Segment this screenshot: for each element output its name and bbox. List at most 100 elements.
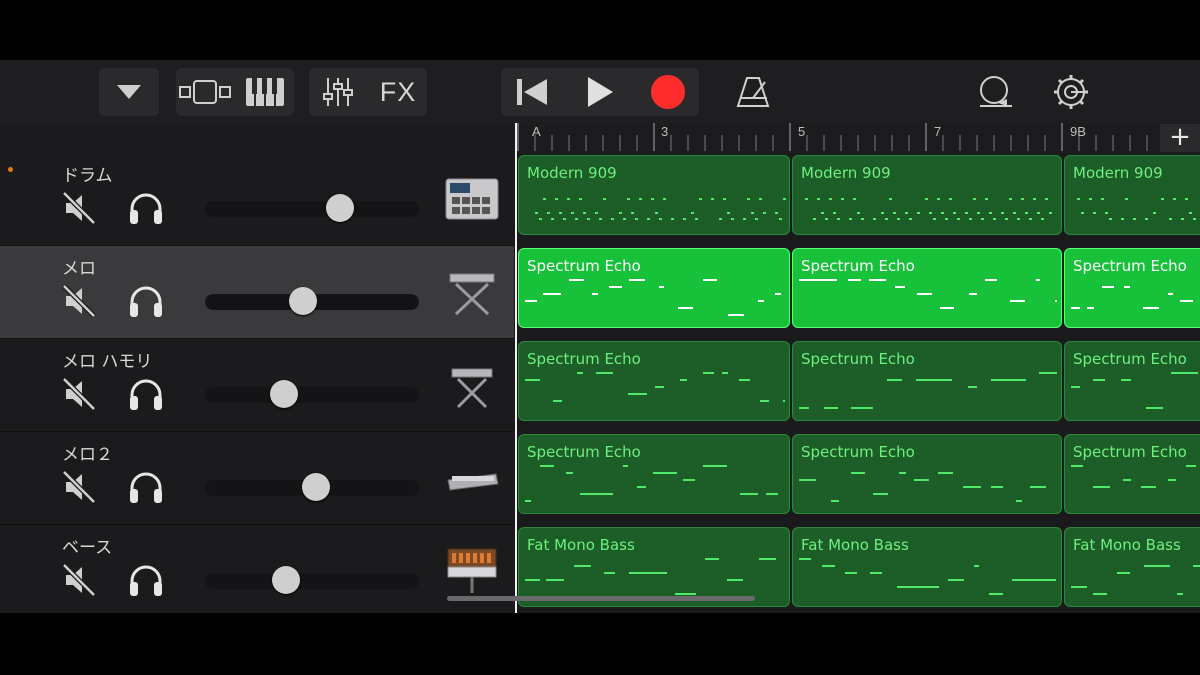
note [619,212,622,214]
midi-region[interactable]: Spectrum Echo [792,434,1062,514]
note [678,307,694,309]
volume-slider[interactable] [205,566,419,594]
bass-synth-icon[interactable] [444,545,500,595]
keyboard-icon[interactable] [238,68,292,116]
midi-region[interactable]: Fat Mono Bass [518,527,790,607]
headphones-solo-icon[interactable] [127,283,165,319]
note [870,572,882,574]
add-track-button[interactable]: + [1160,124,1200,152]
note [933,218,936,220]
note [981,218,984,220]
note [984,279,998,281]
note [937,472,954,474]
record-icon[interactable] [637,68,699,116]
play-icon[interactable] [569,68,631,116]
mute-icon[interactable] [62,563,96,597]
region-name: Spectrum Echo [1073,350,1187,368]
midi-region[interactable]: Modern 909 [792,155,1062,235]
volume-slider[interactable] [205,287,419,315]
track-header[interactable]: ドラム [0,153,514,246]
midi-region[interactable]: Spectrum Echo [792,341,1062,421]
volume-knob[interactable] [272,566,301,594]
region-name: Spectrum Echo [1073,257,1187,275]
midi-region[interactable]: Spectrum Echo [518,341,790,421]
midi-region[interactable]: Spectrum Echo [518,434,790,514]
settings-gear-icon[interactable] [1046,68,1096,116]
synth-icon[interactable] [444,452,500,502]
track-lane: Spectrum Echo Spectrum Echo Spectrum Echo [514,432,1200,525]
midi-region[interactable]: Modern 909 [1064,155,1200,235]
note [945,218,948,220]
keyboard-stand-icon[interactable] [444,359,500,409]
dropdown-triangle-icon[interactable] [99,68,159,116]
headphones-solo-icon[interactable] [127,562,165,598]
volume-knob[interactable] [289,287,318,315]
note [825,218,828,220]
track-header[interactable]: メロ２ [0,432,514,525]
note [1017,218,1020,220]
midi-region[interactable]: Spectrum Echo [792,248,1062,328]
note [1145,407,1164,409]
tracks-view-icon[interactable] [176,68,234,116]
note [985,198,988,200]
note [1013,212,1016,214]
note [968,386,978,388]
note [1105,212,1108,214]
note [1116,572,1130,574]
mute-icon[interactable] [62,470,96,504]
note [535,212,538,214]
track-lane: Spectrum Echo Spectrum Echo Spectrum Echo [514,246,1200,339]
loop-icon[interactable] [970,68,1020,116]
track-header[interactable]: メロ [0,246,514,339]
metronome-icon[interactable] [728,68,778,116]
note [1145,218,1148,220]
note [821,212,824,214]
drum-machine-icon[interactable] [444,173,500,223]
note [1030,486,1047,488]
midi-region[interactable]: Fat Mono Bass [792,527,1062,607]
bar-label: 7 [934,124,942,139]
midi-region[interactable]: Spectrum Echo [1064,341,1200,421]
midi-region[interactable]: Spectrum Echo [518,248,790,328]
headphones-solo-icon[interactable] [127,376,165,412]
volume-slider[interactable] [205,194,419,222]
midi-region[interactable]: Spectrum Echo [1064,434,1200,514]
horizontal-scrollbar[interactable] [447,596,755,601]
track-header[interactable]: ベース [0,525,514,613]
note [699,198,702,200]
playhead[interactable] [515,123,517,613]
mute-icon[interactable] [62,284,96,318]
midi-region[interactable]: Modern 909 [518,155,790,235]
note [1173,198,1176,200]
mute-icon[interactable] [62,377,96,411]
headphones-solo-icon[interactable] [127,469,165,505]
timeline-ruler[interactable]: A 3 5 7 9B [514,123,1200,153]
note [1185,198,1188,200]
note [1037,212,1040,214]
note [1071,586,1087,588]
mute-icon[interactable] [62,191,96,225]
note [563,218,566,220]
note [940,307,954,309]
note [799,479,816,481]
note [595,212,598,214]
headphones-solo-icon[interactable] [127,190,165,226]
note [659,218,662,220]
note [631,212,634,214]
volume-slider[interactable] [205,380,419,408]
volume-slider[interactable] [205,473,419,501]
note [1141,486,1156,488]
midi-region[interactable]: Spectrum Echo [1064,248,1200,328]
volume-knob[interactable] [302,473,331,501]
volume-knob[interactable] [270,380,299,408]
fx-button[interactable]: FX [369,68,427,116]
note [575,218,578,220]
keyboard-stand-icon[interactable] [444,266,500,316]
note [850,472,865,474]
midi-region[interactable]: Fat Mono Bass [1064,527,1200,607]
note [639,198,642,200]
track-header[interactable]: メロ ハモリ [0,339,514,432]
rewind-icon[interactable] [501,68,563,116]
mixer-icon[interactable] [309,68,367,116]
volume-knob[interactable] [325,194,354,222]
